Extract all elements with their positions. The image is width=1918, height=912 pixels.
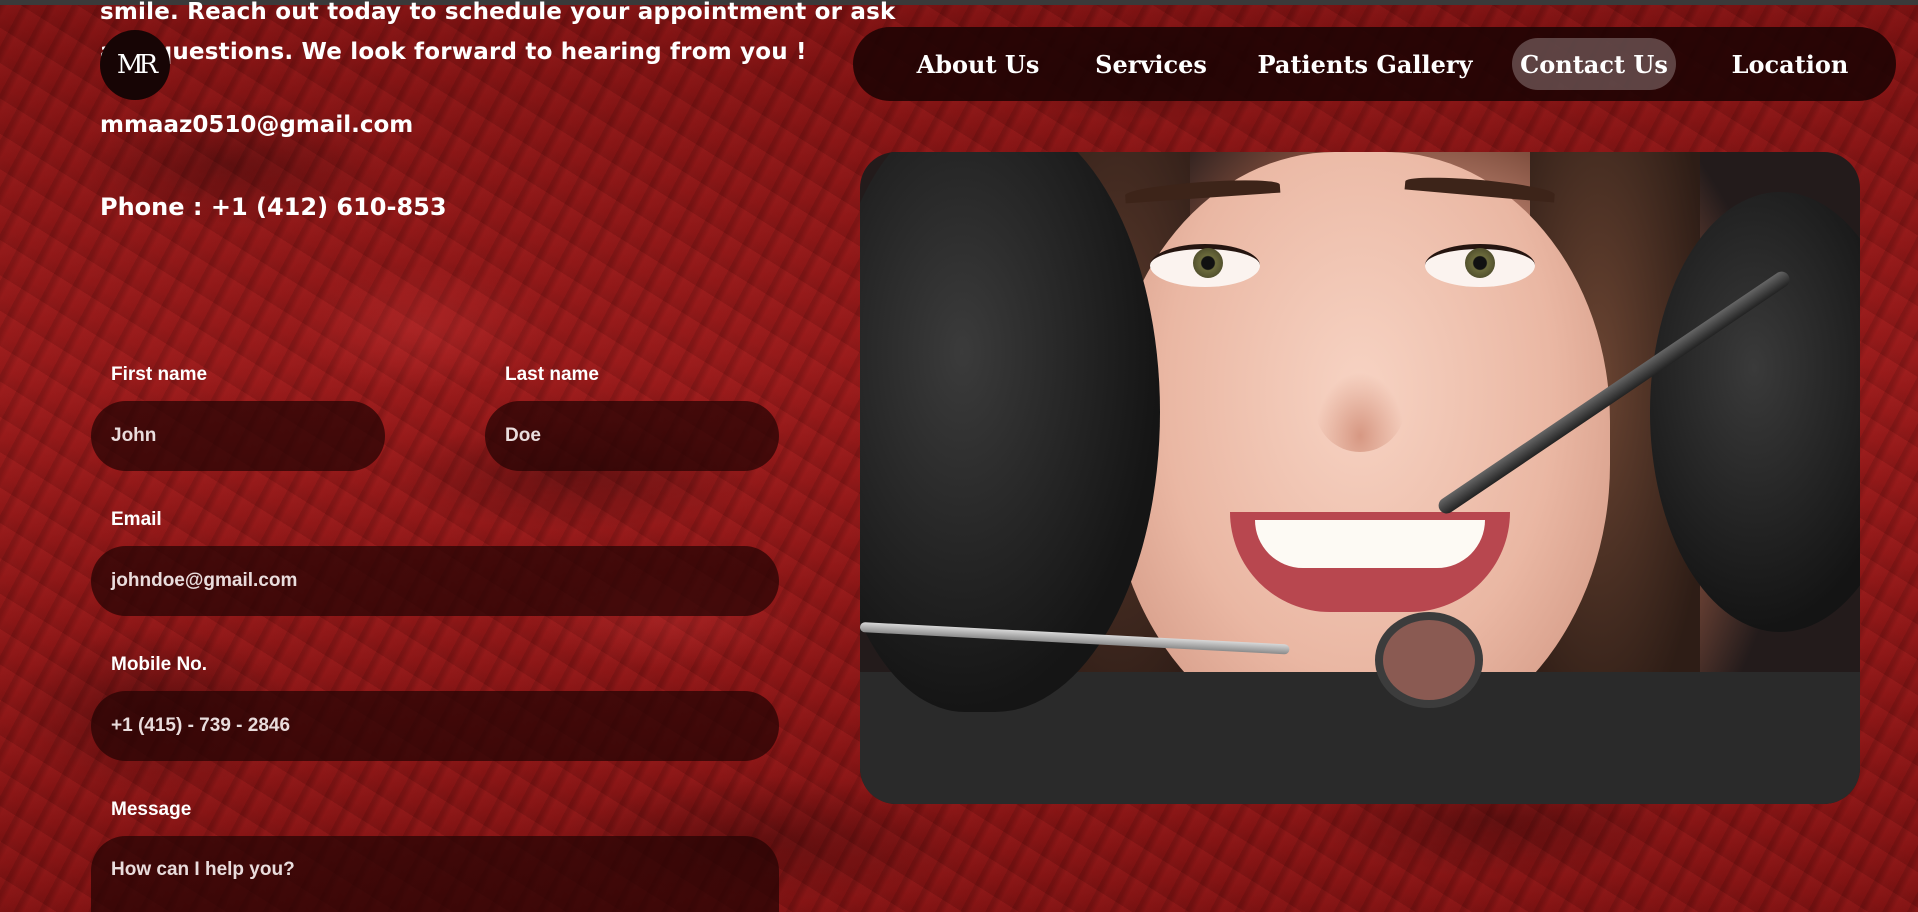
- main-nav: About Us Services Patients Gallery Conta…: [853, 27, 1896, 101]
- mobile-placeholder: +1 (415) - 739 - 2846: [111, 715, 291, 736]
- nav-about-us[interactable]: About Us: [903, 38, 1053, 90]
- monogram-logo-icon[interactable]: MR: [100, 30, 170, 100]
- hero-iris-right: [1465, 248, 1495, 278]
- first-name-label: First name: [111, 364, 208, 385]
- contact-phone: Phone : +1 (412) 610-853: [100, 193, 447, 221]
- last-name-placeholder: Doe: [505, 425, 541, 446]
- nav-location[interactable]: Location: [1725, 38, 1855, 90]
- mobile-field[interactable]: +1 (415) - 739 - 2846: [91, 691, 779, 761]
- contact-email: mmaaz0510@gmail.com: [100, 112, 414, 138]
- hero-iris-left: [1193, 248, 1223, 278]
- nav-patients-gallery[interactable]: Patients Gallery: [1255, 38, 1475, 90]
- first-name-field[interactable]: John: [91, 401, 385, 471]
- hero-image: [860, 152, 1860, 804]
- last-name-label: Last name: [505, 364, 599, 385]
- intro-line-2: any questions. We look forward to hearin…: [100, 39, 807, 65]
- message-field[interactable]: How can I help you?: [91, 836, 779, 912]
- message-placeholder: How can I help you?: [111, 859, 295, 880]
- mobile-label: Mobile No.: [111, 654, 208, 675]
- nav-services[interactable]: Services: [1081, 38, 1221, 90]
- hero-dental-mirror: [1375, 612, 1483, 708]
- nav-contact-us[interactable]: Contact Us: [1512, 38, 1676, 90]
- intro-line-1: smile. Reach out today to schedule your …: [100, 0, 896, 25]
- email-placeholder: johndoe@gmail.com: [111, 570, 298, 591]
- first-name-placeholder: John: [111, 425, 157, 446]
- logo-text: MR: [116, 50, 158, 80]
- email-label: Email: [111, 509, 162, 530]
- hero-teeth: [1255, 520, 1485, 568]
- message-label: Message: [111, 799, 192, 820]
- email-field[interactable]: johndoe@gmail.com: [91, 546, 779, 616]
- last-name-field[interactable]: Doe: [485, 401, 779, 471]
